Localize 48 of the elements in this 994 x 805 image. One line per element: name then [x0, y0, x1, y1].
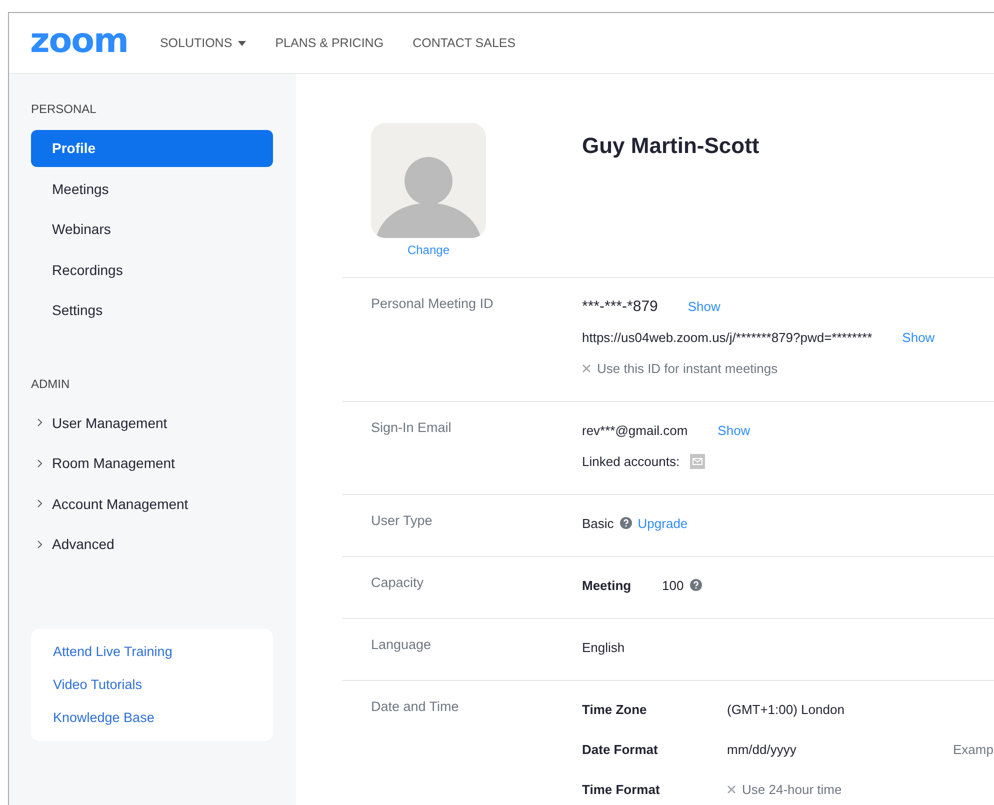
help-link[interactable]: Knowledge Base [53, 710, 251, 724]
masked-value: ***-***-*879 [582, 298, 658, 314]
field-value: (GMT+1:00) London [727, 702, 846, 716]
x-icon[interactable] [727, 784, 736, 794]
field-label: User Type [371, 513, 434, 530]
sidebar-item[interactable]: Settings [31, 292, 273, 328]
sidebar-item[interactable]: Recordings [31, 252, 273, 288]
field-value: English [582, 640, 625, 654]
field-label: Language [371, 637, 432, 654]
section-title: PERSONAL [31, 102, 98, 116]
example-text: Exampl [953, 742, 994, 756]
sidebar-item[interactable]: Webinars [31, 211, 273, 248]
chevron-icon[interactable] [37, 418, 43, 428]
field-label: Personal Meeting ID [371, 296, 494, 313]
sidebar-item[interactable]: User Management [52, 414, 168, 431]
chevron-icon[interactable] [37, 540, 43, 549]
field-name: Meeting [582, 578, 632, 592]
field-label: Sign-In Email [371, 420, 452, 437]
field-value: mm/dd/yyyy [727, 742, 798, 756]
linked-label: Linked accounts: [582, 454, 680, 468]
help-link[interactable]: Video Tutorials [53, 676, 251, 692]
nav-link[interactable]: SOLUTIONS [160, 36, 246, 50]
nav-link[interactable]: CONTACT SALES [412, 36, 516, 50]
chevron-icon[interactable] [37, 458, 43, 468]
sidebar-item[interactable]: Account Management [52, 496, 188, 512]
sidebar-item[interactable]: Advanced [52, 536, 114, 552]
section-title: ADMIN [31, 376, 71, 390]
sidebar-item[interactable]: Room Management [52, 455, 175, 472]
option-label: Use 24-hour time [742, 782, 842, 796]
masked-value: rev***@gmail.com [582, 422, 688, 438]
field-name: Time Zone [582, 702, 648, 716]
help-link[interactable]: Attend Live Training [53, 644, 251, 658]
help-icon[interactable] [690, 579, 702, 591]
sidebar-item[interactable]: Meetings [31, 170, 273, 207]
help-icon[interactable] [620, 517, 632, 529]
nav-link[interactable]: PLANS & PRICING [275, 36, 384, 50]
sidebar-item[interactable]: Profile [31, 130, 273, 166]
field-name: Date Format [582, 742, 659, 756]
user-name: Guy Martin-Scott [582, 133, 760, 160]
chevron-icon[interactable] [37, 499, 43, 508]
field-name: Time Format [582, 782, 661, 796]
field-label: Capacity [371, 575, 425, 592]
masked-value: https://us04web.zoom.us/j/*******879?pwd=******** [582, 330, 872, 344]
field-label: Date and Time [371, 699, 460, 716]
plan-value: Basic [582, 516, 614, 530]
x-icon[interactable] [582, 364, 591, 372]
field-value: 100 [662, 578, 684, 592]
option-label: Use this ID for instant meetings [597, 360, 778, 376]
